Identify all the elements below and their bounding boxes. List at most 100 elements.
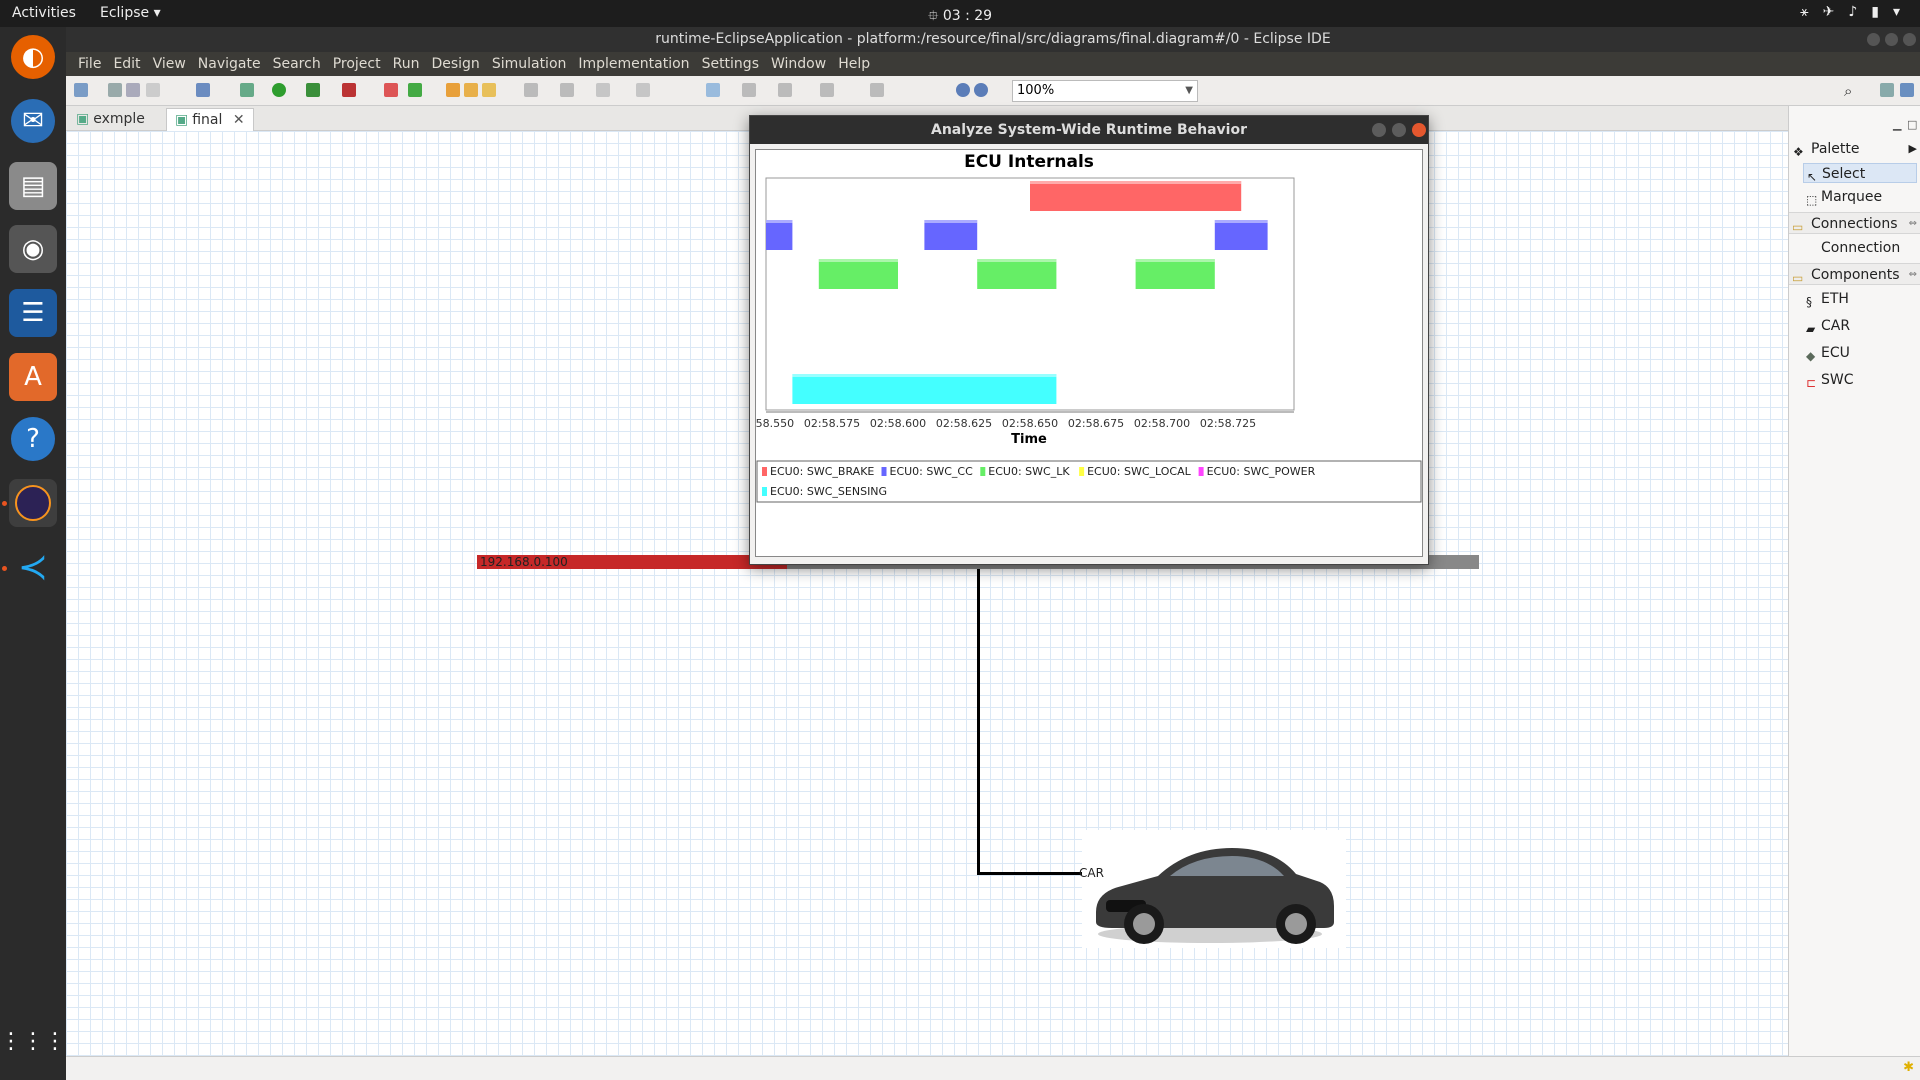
clock[interactable]: ⯐ 03 : 29 — [928, 8, 992, 24]
align-icon[interactable] — [706, 83, 720, 97]
menu-edit[interactable]: Edit — [107, 52, 146, 76]
external-tools-icon[interactable] — [342, 83, 356, 97]
window-title: runtime-EclipseApplication - platform:/r… — [655, 31, 1331, 47]
open-resource-icon[interactable] — [464, 83, 478, 97]
distribute-icon[interactable] — [870, 83, 884, 97]
pin-icon[interactable]: ⇔ — [1909, 264, 1917, 286]
new-package-icon[interactable] — [384, 83, 398, 97]
menu-view[interactable]: View — [147, 52, 192, 76]
menu-implementation[interactable]: Implementation — [572, 52, 695, 76]
palette-tool-marquee[interactable]: ⬚ Marquee — [1803, 187, 1917, 207]
dialog-title: Analyze System-Wide Runtime Behavior — [930, 122, 1247, 138]
vscode-icon[interactable]: ≺ — [9, 543, 57, 591]
open-type-icon[interactable] — [446, 83, 460, 97]
maximize-button[interactable] — [1885, 33, 1898, 46]
layout-icon[interactable] — [820, 83, 834, 97]
software-center-icon[interactable]: A — [9, 353, 57, 401]
power-menu-icon[interactable]: ▾ — [1893, 4, 1900, 20]
close-button[interactable] — [1903, 33, 1916, 46]
prev-annotation-icon[interactable] — [560, 83, 574, 97]
palette-header[interactable]: ❖ Palette ▶ — [1789, 138, 1920, 160]
writer-icon[interactable]: ☰ — [9, 289, 57, 337]
dialog-minimize-button[interactable] — [1372, 123, 1386, 137]
connection-wire[interactable] — [977, 872, 1083, 875]
show-applications-icon[interactable]: ⋮⋮⋮ — [0, 1017, 66, 1065]
menu-window[interactable]: Window — [765, 52, 832, 76]
open-perspective-icon[interactable] — [1880, 83, 1894, 97]
menu-navigate[interactable]: Navigate — [192, 52, 267, 76]
menu-run[interactable]: Run — [387, 52, 426, 76]
run-icon[interactable] — [272, 83, 286, 97]
palette: ▁ □ ❖ Palette ▶ ↖ Select ⬚ Marquee ▭ Connec… — [1788, 106, 1920, 1056]
thunderbird-icon[interactable]: ✉ — [11, 99, 55, 143]
connection-wire[interactable] — [977, 569, 980, 875]
legend-item: ECU0: SWC_POWER — [1207, 465, 1316, 478]
perspective-icon[interactable] — [1900, 83, 1914, 97]
forward-icon[interactable] — [636, 83, 650, 97]
rhythmbox-icon[interactable]: ◉ — [9, 225, 57, 273]
minimize-button[interactable] — [1867, 33, 1880, 46]
maximize-palette-icon[interactable]: □ — [1907, 118, 1917, 131]
dialog-titlebar[interactable]: Analyze System-Wide Runtime Behavior — [750, 116, 1428, 144]
airplane-icon[interactable]: ✈ — [1823, 4, 1835, 20]
firefox-icon[interactable]: ◐ — [11, 35, 55, 79]
lightbulb-icon[interactable]: ✱ — [1903, 1060, 1914, 1075]
run-config-icon[interactable] — [306, 83, 320, 97]
menu-settings[interactable]: Settings — [696, 52, 765, 76]
tab-final[interactable]: ▣ final ✕ — [166, 108, 254, 131]
drawer-connections[interactable]: ▭ Connections ⇔ — [1789, 212, 1920, 234]
dialog-maximize-button[interactable] — [1392, 123, 1406, 137]
debug-icon[interactable] — [240, 83, 254, 97]
pin-icon[interactable]: ⇔ — [1909, 213, 1917, 235]
menu-help[interactable]: Help — [832, 52, 876, 76]
next-annotation-icon[interactable] — [524, 83, 538, 97]
search-icon[interactable]: ⌕ — [1844, 82, 1852, 100]
zoom-in-icon[interactable] — [974, 83, 988, 97]
palette-tool-select[interactable]: ↖ Select — [1803, 163, 1917, 184]
system-tray[interactable]: ⚹ ✈ ♪ ▮ ▾ — [1800, 4, 1900, 20]
palette-item-car[interactable]: ▰ CAR — [1803, 316, 1917, 336]
close-tab-icon[interactable]: ✕ — [233, 112, 245, 128]
activities-button[interactable]: Activities — [12, 5, 76, 21]
drawer-components[interactable]: ▭ Components ⇔ — [1789, 263, 1920, 285]
console-icon[interactable] — [196, 83, 210, 97]
chevron-down-icon[interactable]: ▼ — [1185, 81, 1193, 101]
palette-item-eth[interactable]: § ETH — [1803, 289, 1917, 309]
save-icon[interactable] — [108, 83, 122, 97]
new-icon[interactable] — [74, 83, 88, 97]
back-icon[interactable] — [596, 83, 610, 97]
car-image[interactable] — [1082, 830, 1346, 948]
car-label: CAR — [1079, 866, 1104, 880]
palette-item-ecu[interactable]: ◆ ECU — [1803, 343, 1917, 363]
zoom-out-icon[interactable] — [956, 83, 970, 97]
volume-icon[interactable]: ♪ — [1848, 4, 1857, 20]
x-tick-label: 02:58.700 — [1134, 417, 1190, 430]
legend-item: ECU0: SWC_LOCAL — [1087, 465, 1192, 478]
legend-swatch — [762, 467, 767, 476]
tab-exmple[interactable]: ▣ exmple — [68, 108, 153, 131]
minimize-palette-icon[interactable]: ▁ — [1893, 118, 1901, 131]
files-icon[interactable]: ▤ — [9, 162, 57, 210]
network-icon[interactable]: ⚹ — [1800, 4, 1808, 20]
help-icon[interactable]: ? — [11, 417, 55, 461]
eclipse-icon[interactable] — [9, 479, 57, 527]
chevron-right-icon[interactable]: ▶ — [1909, 138, 1917, 160]
save-all-icon[interactable] — [126, 83, 140, 97]
palette-item-connection[interactable]: Connection — [1803, 238, 1917, 258]
battery-icon[interactable]: ▮ — [1871, 4, 1879, 20]
zoom-combo[interactable]: 100% ▼ — [1012, 80, 1198, 102]
menu-search[interactable]: Search — [267, 52, 327, 76]
undo-icon[interactable] — [146, 83, 160, 97]
menu-simulation[interactable]: Simulation — [486, 52, 573, 76]
menu-project[interactable]: Project — [327, 52, 387, 76]
search-tool-icon[interactable] — [482, 83, 496, 97]
menu-file[interactable]: File — [72, 52, 107, 76]
copy-icon[interactable] — [742, 83, 756, 97]
menu-design[interactable]: Design — [425, 52, 485, 76]
app-menu[interactable]: Eclipse ▾ — [100, 5, 161, 21]
arrange-icon[interactable] — [778, 83, 792, 97]
new-class-icon[interactable] — [408, 83, 422, 97]
dialog-close-button[interactable] — [1412, 123, 1426, 137]
palette-item-swc[interactable]: ⊏ SWC — [1803, 370, 1917, 390]
x-tick-label: 02:58.725 — [1200, 417, 1256, 430]
